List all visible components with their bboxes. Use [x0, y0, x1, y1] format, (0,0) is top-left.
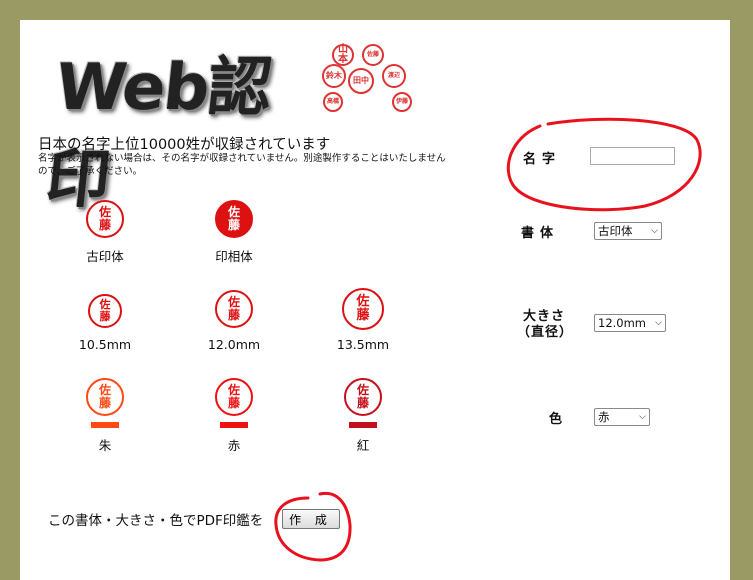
color-swatch	[349, 422, 377, 428]
chevron-down-icon: ⌵	[639, 412, 646, 422]
color-option-shu[interactable]: 佐 藤 朱	[45, 378, 165, 454]
intro-note: 名字が表示されない場合は、その名字が収録されていません。別途製作することはいたし…	[38, 153, 446, 177]
logo-seal: 田中	[348, 68, 374, 94]
logo-seal: 伊藤	[392, 92, 412, 112]
color-option-beni[interactable]: 佐 藤 紅	[303, 378, 423, 454]
intro-headline: 日本の名字上位10000姓が収録されています	[38, 137, 331, 153]
color-label: 紅	[356, 438, 370, 453]
chevron-down-icon: ⌵	[651, 226, 658, 236]
color-swatch	[91, 422, 119, 428]
stamp-char: 藤	[356, 308, 370, 323]
stamp-preview: 佐 藤	[215, 200, 253, 238]
stamp-preview: 佐 藤	[344, 378, 382, 416]
size-option-10-5[interactable]: 佐 藤 10.5mm	[45, 292, 165, 352]
main-panel: Web認印 山本 鈴木 田中 高橋 佐藤 渡辺 伊藤 日本の名字上位10000姓…	[20, 20, 730, 580]
size-select-value: 12.0mm	[598, 316, 647, 330]
stamp-char: 藤	[99, 310, 111, 323]
style-select[interactable]: 古印体 ⌵	[594, 222, 662, 240]
color-select[interactable]: 赤 ⌵	[594, 408, 650, 426]
stamp-preview: 佐 藤	[86, 378, 124, 416]
size-option-13-5[interactable]: 佐 藤 13.5mm	[303, 288, 423, 352]
stamp-char: 佐	[356, 294, 370, 309]
style-option-koin[interactable]: 佐 藤 古印体	[45, 200, 165, 265]
color-label: 赤	[227, 438, 241, 453]
create-button[interactable]: 作 成	[282, 509, 340, 529]
name-label: 名字	[523, 152, 562, 167]
stamp-preview: 佐 藤	[88, 294, 122, 328]
style-option-insou[interactable]: 佐 藤 印相体	[174, 200, 294, 265]
stamp-char: 藤	[98, 218, 111, 232]
stamp-preview: 佐 藤	[215, 378, 253, 416]
stamp-char: 藤	[227, 308, 240, 322]
logo-seal: 高橋	[323, 92, 343, 112]
logo-seal: 鈴木	[322, 64, 346, 88]
size-label: 10.5mm	[78, 337, 132, 352]
size-option-12-0[interactable]: 佐 藤 12.0mm	[174, 290, 294, 352]
size-label: 13.5mm	[336, 337, 390, 352]
chevron-down-icon: ⌵	[655, 318, 662, 328]
stamp-char: 藤	[227, 396, 240, 410]
create-prompt-text: この書体・大きさ・色でPDF印鑑を	[48, 513, 264, 529]
name-input[interactable]	[590, 147, 675, 165]
stamp-char: 藤	[356, 396, 369, 410]
logo-seal: 佐藤	[362, 44, 384, 66]
web-inkan-logo: Web認印	[42, 51, 274, 217]
style-label: 印相体	[215, 249, 253, 264]
style-select-value: 古印体	[598, 224, 633, 238]
size-label: 12.0mm	[207, 337, 261, 352]
style-label: 古印体	[86, 249, 124, 264]
color-label: 朱	[98, 438, 112, 453]
color-option-aka[interactable]: 佐 藤 赤	[174, 378, 294, 454]
stamp-preview: 佐 藤	[342, 288, 384, 330]
color-field-label: 色	[549, 412, 569, 427]
stamp-preview: 佐 藤	[86, 200, 124, 238]
logo-seal: 山本	[332, 44, 354, 66]
logo-seal: 渡辺	[382, 64, 406, 88]
color-select-value: 赤	[598, 410, 610, 424]
color-swatch	[220, 422, 248, 428]
stamp-preview: 佐 藤	[215, 290, 253, 328]
size-field-sublabel: （直径）	[517, 325, 574, 340]
style-field-label: 書体	[521, 226, 560, 241]
stamp-char: 藤	[227, 218, 240, 232]
stamp-char: 藤	[98, 396, 111, 410]
size-select[interactable]: 12.0mm ⌵	[594, 314, 666, 332]
